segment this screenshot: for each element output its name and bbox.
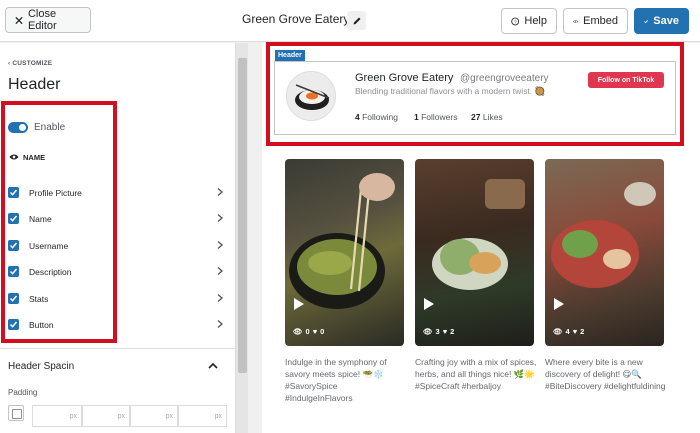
save-label: Save [653,15,679,27]
chevron-right-icon [217,320,223,328]
sidebar-scrollbar[interactable] [235,43,248,433]
customize-sidebar: ‹ CUSTOMIZE Header Enable NAME Profile P… [0,43,235,433]
help-icon: ? [511,17,520,25]
video-caption: Indulge in the symphony of savory meets … [285,357,387,403]
scrollbar-thumb[interactable] [238,58,247,373]
video-caption: Where every bite is a new discovery of d… [545,357,666,391]
chevron-right-icon [217,294,223,302]
padding-bottom-input[interactable]: px [130,405,178,427]
heart-icon: ♥ [312,327,318,336]
close-editor-label: Close Editor [27,8,57,32]
eye-icon: 👁 [423,327,433,336]
highlight-box [266,42,684,146]
like-count: 2 [450,327,455,336]
chevron-right-icon [217,267,223,275]
video-caption: Crafting joy with a mix of spices, herbs… [415,357,537,391]
like-count: 0 [320,327,325,336]
food-image [289,173,395,309]
padding-label: Padding [8,388,38,397]
video-stats: 👁 0 ♥ 0 [293,327,324,336]
unit-label: px [117,412,125,420]
svg-text:?: ? [514,19,517,25]
like-count: 2 [580,327,585,336]
pencil-icon [353,17,360,24]
video-stats: 👁 4 ♥ 2 [553,327,584,336]
video-thumbnail[interactable]: 👁 3 ♥ 2 [415,159,534,346]
chevron-right-icon [217,241,223,249]
section-divider [0,348,235,349]
section-title: Header [8,76,61,93]
help-label: Help [524,15,547,27]
food-image [432,179,525,290]
embed-button[interactable]: Embed [563,8,628,34]
eye-icon: 👁 [293,327,303,336]
video-thumbnail[interactable]: 👁 4 ♥ 2 [545,159,664,346]
unit-label: px [214,412,222,420]
video-stats: 👁 3 ♥ 2 [423,327,454,336]
help-button[interactable]: ? Help [501,8,557,34]
view-count: 0 [305,327,310,336]
close-editor-button[interactable]: Close Editor [5,7,91,33]
chevron-right-icon [217,188,223,196]
view-count: 3 [435,327,440,336]
close-icon [15,16,23,24]
embed-label: Embed [583,15,618,27]
breadcrumb[interactable]: ‹ CUSTOMIZE [8,60,52,67]
checkmark-icon [644,19,649,23]
heart-icon: ♥ [442,327,448,336]
code-icon [573,19,579,23]
unit-label: px [165,412,173,420]
editor-topbar: Close Editor Green Grove Eatery ? Help E… [0,0,700,42]
save-button[interactable]: Save [634,8,689,34]
padding-left-input[interactable]: px [178,405,227,427]
chevron-up-icon[interactable] [207,361,219,370]
header-section-tag: Header [275,50,305,61]
edit-title-button[interactable] [347,11,366,30]
eye-icon: 👁 [553,327,563,336]
chevron-right-icon [217,214,223,222]
unit-label: px [69,412,77,420]
video-thumbnail[interactable]: 👁 0 ♥ 0 [285,159,404,346]
header-spacing-heading[interactable]: Header Spacin [8,361,74,372]
link-padding-icon[interactable] [8,405,24,421]
heart-icon: ♥ [572,327,578,336]
padding-right-input[interactable]: px [82,405,130,427]
play-icon [554,298,564,310]
view-count: 4 [565,327,570,336]
padding-top-input[interactable]: px [32,405,82,427]
food-image [551,182,656,288]
feed-title: Green Grove Eatery [242,12,350,26]
play-icon [424,298,434,310]
highlight-box [1,101,117,343]
breadcrumb-label: CUSTOMIZE [12,60,53,67]
play-icon [294,298,304,310]
